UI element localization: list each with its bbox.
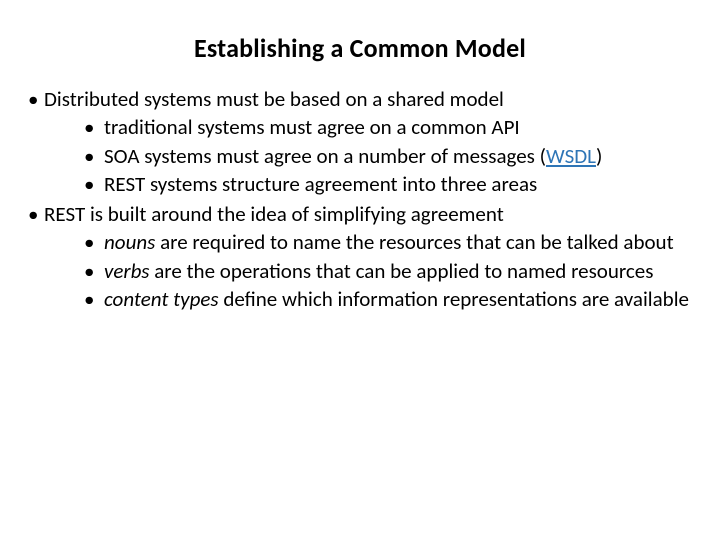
emphasis-text: nouns xyxy=(104,229,155,255)
sub-bullet-item: SOA systems must agree on a number of me… xyxy=(84,143,692,169)
bullet-text: REST systems structure agreement into th… xyxy=(104,171,537,197)
slide-title: Establishing a Common Model xyxy=(28,32,692,64)
slide: Establishing a Common Model Distributed … xyxy=(0,0,720,540)
bullet-text: are required to name the resources that … xyxy=(155,229,673,255)
emphasis-text: verbs xyxy=(104,258,149,284)
bullet-item: Distributed systems must be based on a s… xyxy=(28,86,692,197)
bullet-text: traditional systems must agree on a comm… xyxy=(104,114,520,140)
wsdl-link[interactable]: WSDL xyxy=(546,143,596,169)
bullet-list: Distributed systems must be based on a s… xyxy=(28,86,692,312)
sub-bullet-list: nouns are required to name the resources… xyxy=(44,229,692,312)
bullet-text: REST is built around the idea of simplif… xyxy=(44,201,504,227)
bullet-text: are the operations that can be applied t… xyxy=(149,258,653,284)
sub-bullet-list: traditional systems must agree on a comm… xyxy=(44,114,692,197)
bullet-text: Distributed systems must be based on a s… xyxy=(44,86,504,112)
bullet-item: REST is built around the idea of simplif… xyxy=(28,201,692,312)
sub-bullet-item: REST systems structure agreement into th… xyxy=(84,171,692,197)
sub-bullet-item: traditional systems must agree on a comm… xyxy=(84,114,692,140)
sub-bullet-item: nouns are required to name the resources… xyxy=(84,229,692,255)
bullet-text: define which information representations… xyxy=(219,286,689,312)
emphasis-text: content types xyxy=(104,286,219,312)
bullet-text: ) xyxy=(596,143,602,169)
sub-bullet-item: content types define which information r… xyxy=(84,286,692,312)
sub-bullet-item: verbs are the operations that can be app… xyxy=(84,258,692,284)
bullet-text: SOA systems must agree on a number of me… xyxy=(104,143,546,169)
